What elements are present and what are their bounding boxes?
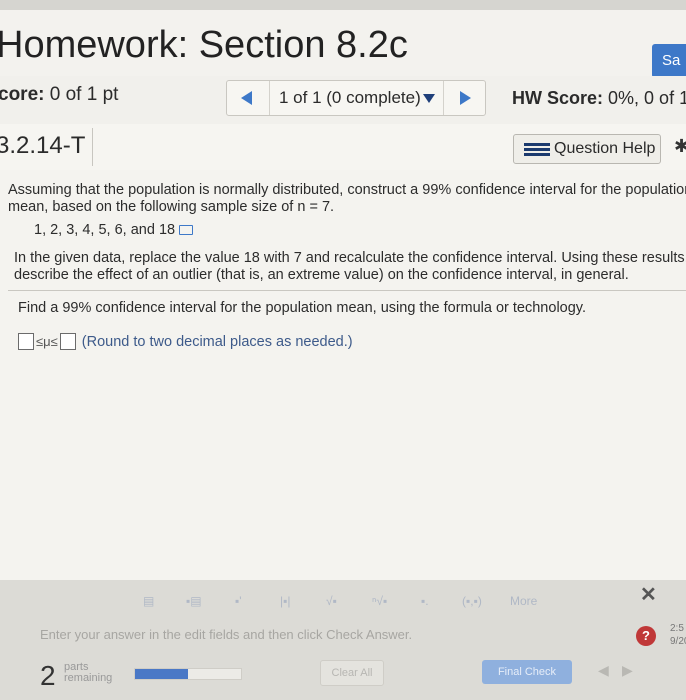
rounding-note: (Round to two decimal places as needed.) [81, 333, 353, 350]
question-navigator: 1 of 1 (0 complete) [226, 80, 486, 116]
page-title: Homework: Section 8.2c [0, 24, 408, 66]
outlier-instruction-2: describe the effect of an outlier (that … [14, 267, 629, 283]
ordered-pair-icon[interactable]: (▪,▪) [462, 594, 482, 608]
page-header: Homework: Section 8.2c Sa [0, 10, 686, 78]
hw-score-label: HW Score: [512, 88, 604, 108]
upper-bound-input[interactable] [59, 333, 76, 350]
mu-inequality: ≤μ≤ [36, 334, 58, 349]
nth-root-icon[interactable]: ⁿ√▪ [372, 594, 387, 608]
question-score: core: 0 of 1 pt [0, 84, 118, 106]
lower-bound-input[interactable] [18, 333, 34, 350]
question-help-button[interactable]: Question Help [513, 134, 661, 164]
question-bar: 3.2.14-T Question Help ✱ [0, 124, 686, 171]
divider [92, 128, 93, 166]
clock-time: 2:5 [670, 623, 684, 634]
parts-progress-bar [134, 668, 242, 680]
square-root-icon[interactable]: √▪ [326, 594, 337, 608]
absolute-value-icon[interactable]: |▪| [280, 594, 291, 608]
save-button[interactable]: Sa [652, 44, 686, 78]
question-selector-label[interactable]: 1 of 1 (0 complete) [279, 88, 421, 108]
score-label: core: [0, 84, 45, 105]
instruction-text-1: Assuming that the population is normally… [8, 182, 686, 198]
sample-data-values: 1, 2, 3, 4, 5, 6, and 18 [34, 222, 176, 238]
sample-data: 1, 2, 3, 4, 5, 6, and 18 [34, 222, 194, 239]
divider [8, 290, 686, 291]
previous-part-icon[interactable]: ◀ [598, 662, 609, 679]
settings-icon[interactable]: ✱ [674, 136, 686, 157]
close-icon[interactable]: ✕ [640, 582, 657, 607]
previous-question-button[interactable] [227, 81, 270, 115]
question-content: Assuming that the population is normally… [0, 170, 686, 580]
parts-progress-fill [135, 669, 188, 679]
next-part-icon[interactable]: ▶ [622, 662, 633, 679]
decimal-icon[interactable]: ▪. [421, 594, 429, 608]
browser-top-strip [0, 0, 686, 10]
next-question-button[interactable] [443, 81, 486, 115]
find-interval-prompt: Find a 99% confidence interval for the p… [18, 300, 586, 316]
parts-label-2: remaining [64, 672, 113, 684]
mixed-number-icon[interactable]: ▪▤ [186, 594, 202, 608]
hw-score-value: 0%, 0 of 1 [608, 88, 686, 108]
score-bar: core: 0 of 1 pt 1 of 1 (0 complete) HW S… [0, 76, 686, 125]
parts-remaining-count: 2 [40, 660, 56, 691]
help-icon[interactable]: ? [636, 626, 656, 646]
answer-toolbar: ▤ ▪▤ ▪' |▪| √▪ ⁿ√▪ ▪. (▪,▪) More ✕ Enter… [0, 580, 686, 700]
chevron-down-icon[interactable] [423, 94, 435, 103]
hw-score: HW Score: 0%, 0 of 1 [512, 88, 686, 109]
final-check-button[interactable]: Final Check [482, 660, 572, 684]
answer-hint: Enter your answer in the edit fields and… [40, 627, 413, 642]
question-id: 3.2.14-T [0, 132, 86, 159]
question-help-label: Question Help [554, 140, 656, 157]
instruction-text-2: mean, based on the following sample size… [8, 199, 335, 215]
fraction-icon[interactable]: ▤ [143, 594, 154, 608]
parts-remaining-label: parts remaining [64, 662, 112, 684]
clock: 2:5 9/20 [670, 622, 686, 648]
score-value: 0 of 1 pt [49, 84, 119, 105]
list-icon [524, 143, 550, 157]
more-button[interactable]: More [510, 594, 537, 608]
outlier-instruction-1: In the given data, replace the value 18 … [14, 250, 686, 266]
copy-data-icon[interactable] [179, 225, 194, 236]
exponent-icon[interactable]: ▪' [235, 594, 242, 608]
answer-row: ≤μ≤ (Round to two decimal places as neede… [18, 333, 353, 351]
clear-all-button[interactable]: Clear All [320, 660, 384, 686]
clock-date: 9/20 [670, 636, 686, 647]
